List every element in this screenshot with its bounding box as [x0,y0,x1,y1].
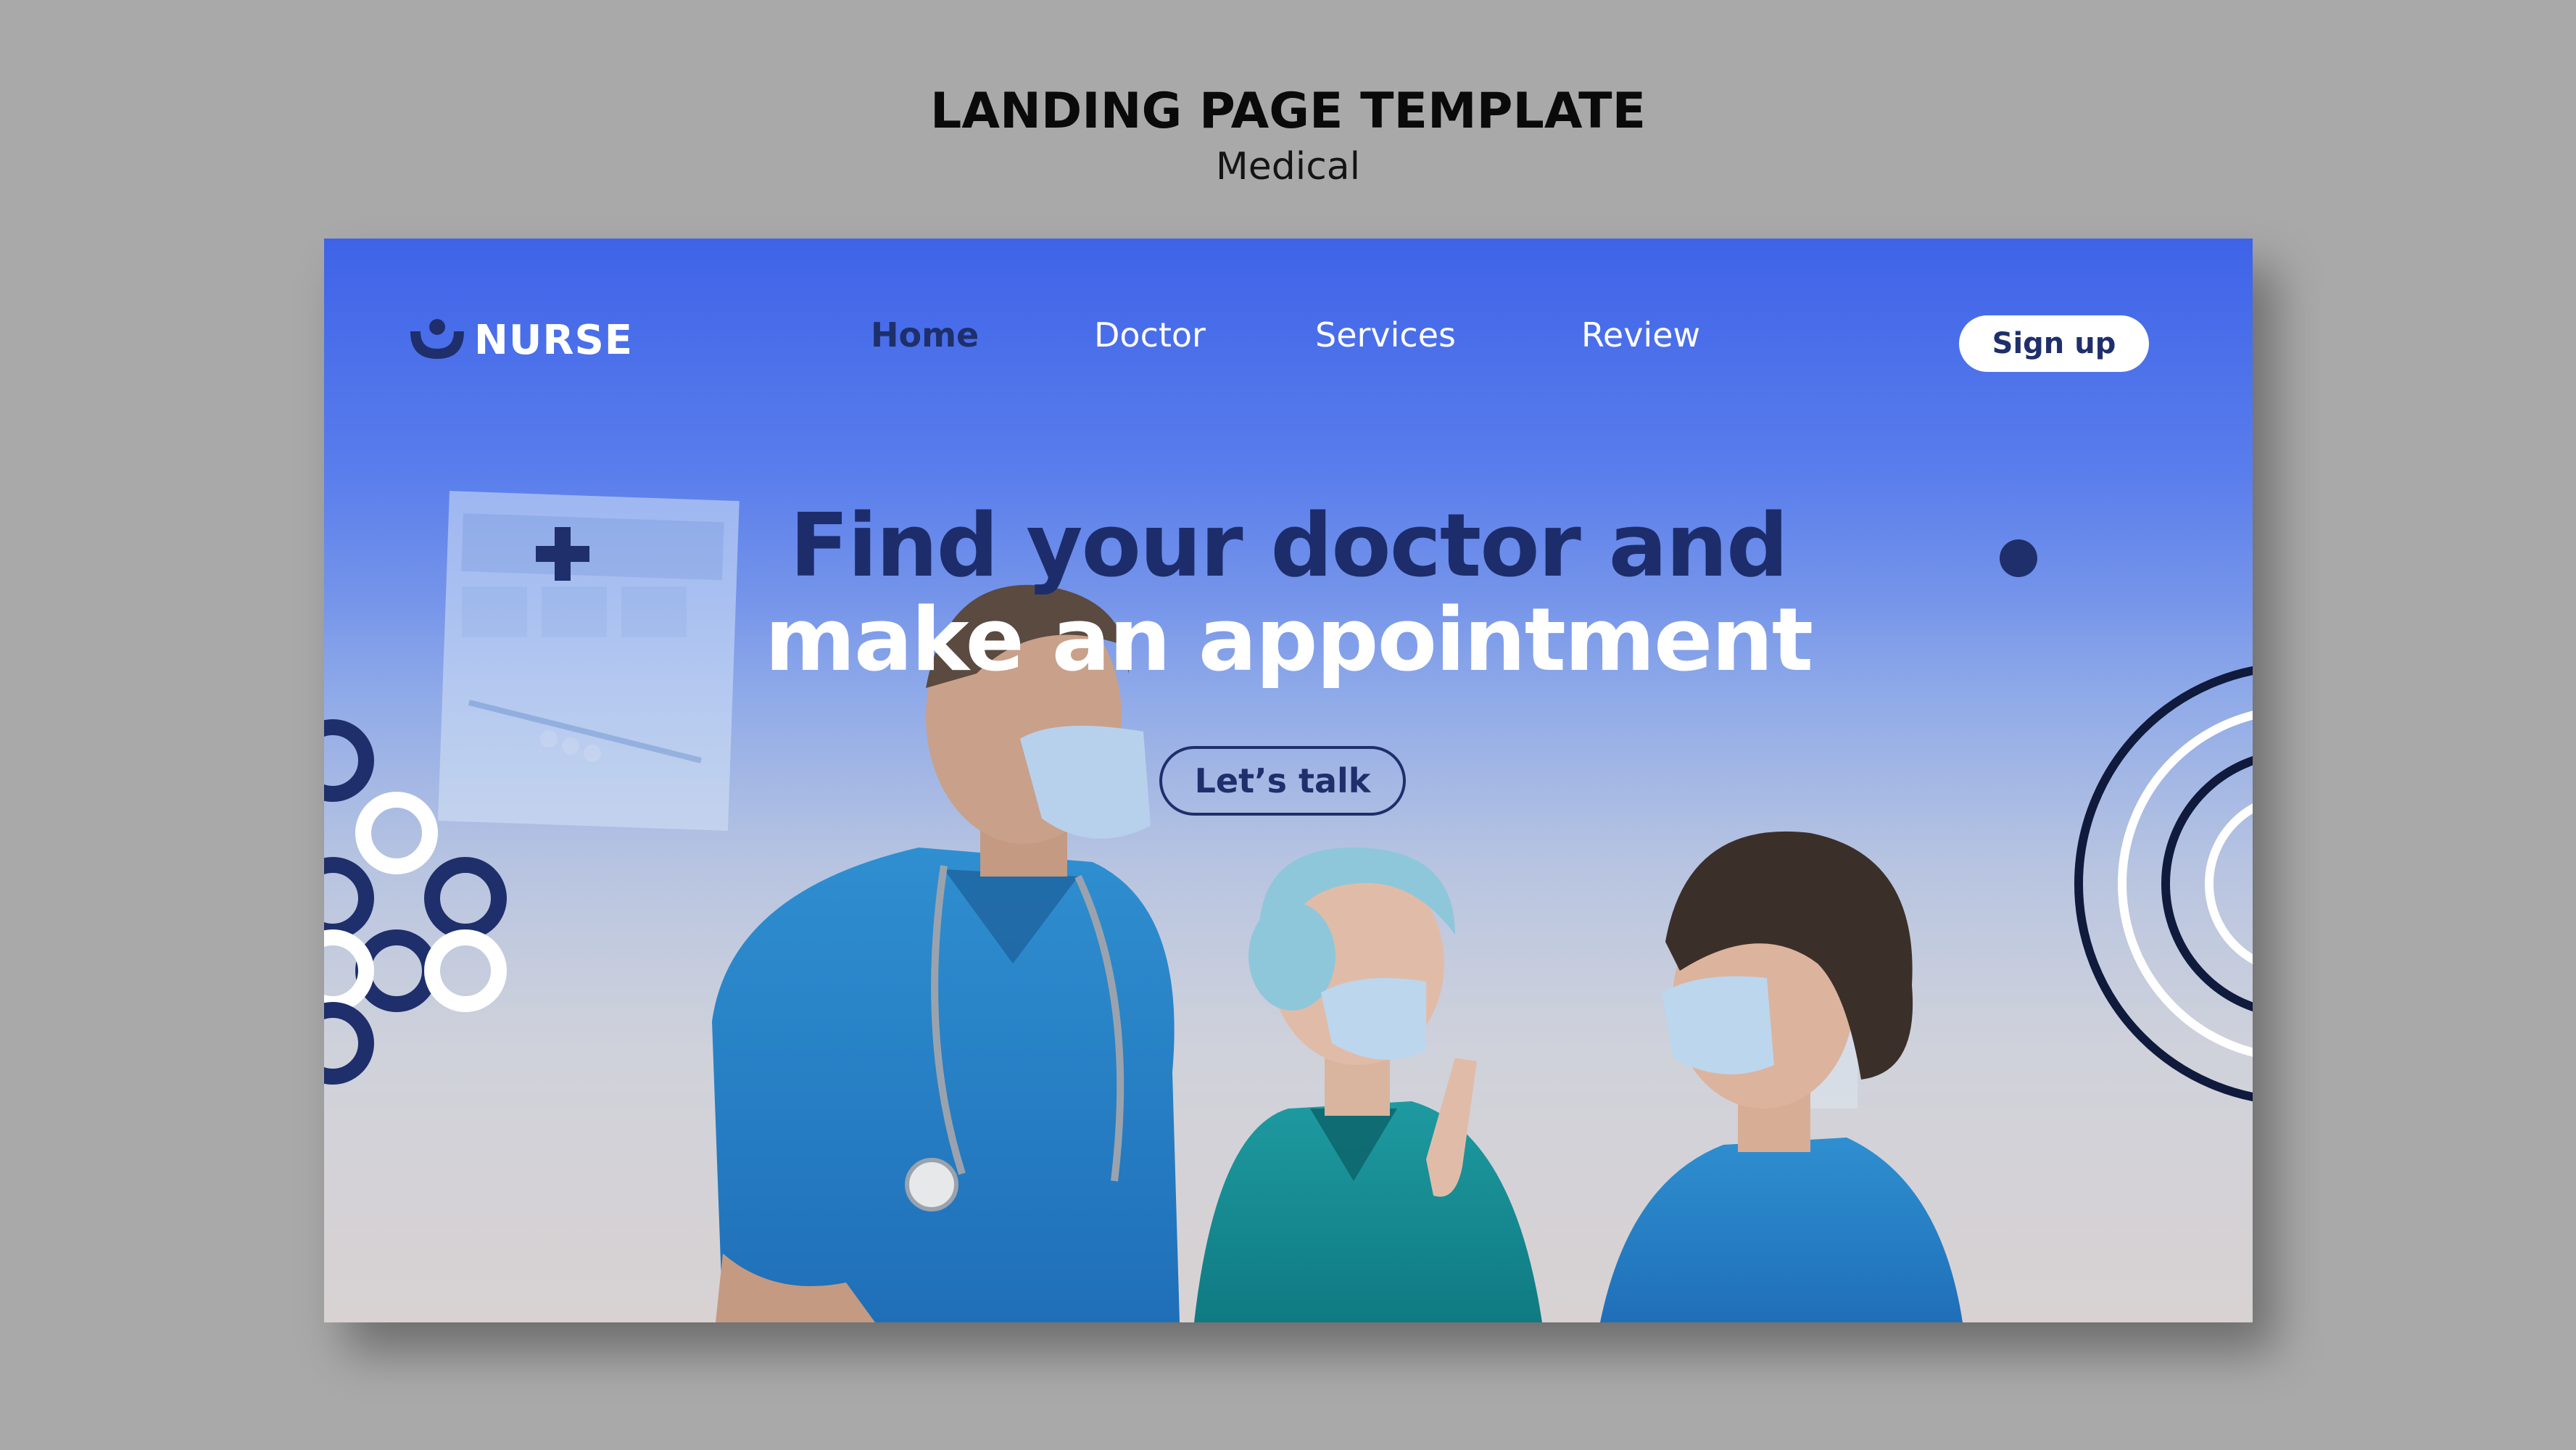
nav-doctor[interactable]: Doctor [1094,315,1206,355]
page-subtitle: Medical [1215,145,1361,188]
nav-home[interactable]: Home [871,315,979,355]
brand-logo[interactable]: NURSE [407,311,633,369]
hero-headline: Find your doctor and make an appointment [324,500,2253,688]
page-header: LANDING PAGE TEMPLATE Medical [0,80,2576,190]
brand-name: NURSE [474,316,634,364]
signup-button[interactable]: Sign up [1959,315,2149,372]
nav-review[interactable]: Review [1581,315,1700,355]
nurse-logo-icon [410,319,464,359]
landing-page-mockup: NURSE Home Doctor Services Review Sign u… [324,239,2253,1322]
hero-headline-line1: Find your doctor and [790,496,1789,597]
lets-talk-button[interactable]: Let’s talk [1159,746,1406,816]
hero-headline-line2: make an appointment [764,590,1813,691]
top-navigation: NURSE Home Doctor Services Review Sign u… [324,239,2253,376]
nav-services[interactable]: Services [1315,315,1456,355]
page-title: LANDING PAGE TEMPLATE [929,83,1647,140]
